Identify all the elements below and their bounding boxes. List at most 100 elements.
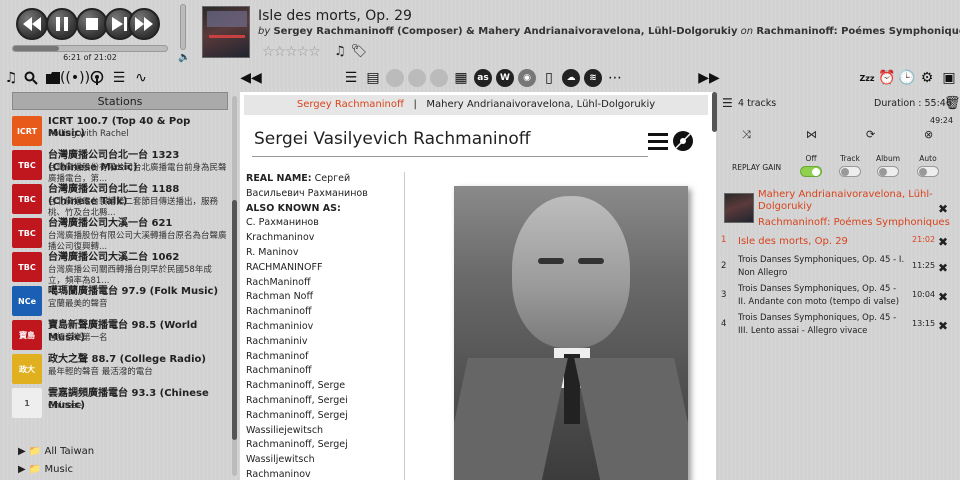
folder-icon: ▶ 📁 <box>18 464 42 475</box>
aka-name: Wassiliejewitsch <box>246 424 324 436</box>
time-readout: 6:21 of 21:02 <box>63 53 117 62</box>
station-item[interactable]: TBC 台灣廣播公司大溪一台 621 台灣廣播股份有限公司大溪轉播台原名為台聲廣播公… <box>8 216 232 252</box>
player-bar: 6:21 of 21:02 🔈 Isle des morts, Op. 29 b… <box>0 0 960 66</box>
station-logo-icon: 1 <box>12 388 42 418</box>
station-item[interactable]: NCe 噶瑪蘭廣播電台 97.9 (Folk Music) 宜蘭最美的聲音 <box>8 284 232 318</box>
repeat-icon[interactable]: ⟳ <box>866 128 875 141</box>
fast-forward-button[interactable] <box>128 8 160 40</box>
tab-performers[interactable]: Mahery Andrianaivoravelona, Lühl-Dolgoru… <box>426 99 655 110</box>
speaker-icon[interactable]: 🔈 <box>178 52 190 63</box>
add-to-playlist-icon[interactable]: ♫ <box>334 44 346 59</box>
track-name: Trois Danses Symphoniques, Op. 45 - II. … <box>738 284 900 307</box>
soundcloud-icon[interactable]: ☁ <box>562 69 580 87</box>
rg-track-toggle[interactable] <box>839 166 861 177</box>
fast-forward-icon <box>135 17 153 31</box>
podcast-icon[interactable] <box>88 69 106 87</box>
crossfade-icon[interactable]: ⋈ <box>806 128 817 141</box>
spotify-icon[interactable]: ≋ <box>584 69 602 87</box>
next-icon[interactable] <box>408 69 426 87</box>
shuffle-icon[interactable]: ⤨ <box>742 128 751 142</box>
photo-eye-right <box>578 258 604 264</box>
station-item[interactable]: ICRT ICRT 100.7 (Top 40 & Pop Music) Rolli… <box>8 114 232 148</box>
zzz-icon[interactable]: Zzz <box>858 69 876 87</box>
track-meta: by Sergey Rachmaninoff (Composer) & Mahe… <box>258 26 960 37</box>
alarm-icon[interactable]: ⏰ <box>878 69 896 87</box>
track-actions: ♫ 🏷 <box>334 44 367 59</box>
file-info-icon[interactable]: ▤ <box>364 69 382 87</box>
aka-name: RachManinoff <box>246 276 311 288</box>
tab-composer[interactable]: Sergey Rachmaninoff <box>297 99 404 110</box>
radio-tower-icon[interactable]: ((•)) <box>60 69 90 87</box>
prev-icon[interactable] <box>386 69 404 87</box>
seek-slider[interactable] <box>12 45 168 52</box>
settings-icon[interactable]: ⚙ <box>918 69 936 87</box>
station-item[interactable]: 1 雲嘉調頻廣播電台 93.3 (Chinese Music) Chinese <box>8 386 232 420</box>
tree-item-music[interactable]: ▶ 📁 Music <box>18 464 73 475</box>
clock-icon[interactable]: 🕒 <box>898 69 916 87</box>
remove-track-button[interactable]: ✖ <box>938 290 948 304</box>
previous-button[interactable] <box>16 8 48 40</box>
wikipedia-icon[interactable]: W <box>496 69 514 87</box>
list-icon[interactable]: ☰ <box>722 96 733 110</box>
remove-track-button[interactable]: ✖ <box>938 261 948 275</box>
music-note-icon[interactable]: ♫ <box>2 69 20 87</box>
stations-scrollbar-thumb[interactable] <box>232 200 237 440</box>
waveform-icon[interactable]: ∿ <box>132 69 150 87</box>
phone-icon[interactable]: ▯ <box>540 69 558 87</box>
rg-off-toggle[interactable] <box>800 166 822 177</box>
aka-name: Krachmaninov <box>246 232 315 244</box>
lyrics-icon[interactable]: ▦ <box>452 69 470 87</box>
info-scrollbar-thumb[interactable] <box>712 92 717 132</box>
remove-track-button[interactable]: ✖ <box>938 319 948 333</box>
track-number: 1 <box>721 235 727 245</box>
playlist-icon[interactable]: ☰ <box>110 69 128 87</box>
group-artist: Mahery Andrianaivoravelona, Lühl-Dolgoru… <box>758 189 933 212</box>
trash-icon[interactable]: 🗑 <box>944 96 960 111</box>
rating-stars[interactable]: ☆☆☆☆☆ <box>262 44 321 60</box>
replay-gain-label: REPLAY GAIN <box>732 163 782 172</box>
aka-name: Rachmaninoff, Sergei <box>246 394 348 406</box>
skip-next-icon <box>112 17 127 31</box>
pause-button[interactable] <box>46 8 78 40</box>
disc-icon[interactable]: ◉ <box>518 69 536 87</box>
track-album-link[interactable]: Rachmaninoff: Poémes Symphoniques <box>756 26 960 37</box>
aka-list: С. Рахманинов Krachmaninov R. Maninov RACHM… <box>246 216 400 480</box>
history-icon[interactable] <box>430 69 448 87</box>
rg-auto-toggle[interactable] <box>917 166 939 177</box>
track-name: Isle des morts, Op. 29 <box>738 236 848 247</box>
aka-name: Rachman Noff <box>246 291 314 303</box>
dots-icon[interactable]: ⋯ <box>606 69 624 87</box>
station-item[interactable]: TBC 台灣廣播公司大溪二台 1062 台灣廣播公司關西轉播台則早於民國58年成立，… <box>8 250 232 286</box>
column-divider <box>404 172 405 480</box>
station-name: 台灣廣播公司大溪一台 621 <box>48 218 173 229</box>
station-item[interactable]: TBC 台灣廣播公司台北一台 1323 (Chinese Music) 台灣廣播股份… <box>8 148 232 184</box>
artist-photo <box>454 186 688 480</box>
cubes-icon[interactable]: ▣ <box>940 69 958 87</box>
disc-icon[interactable] <box>672 130 694 152</box>
toggle-knob <box>812 168 820 176</box>
menu-icon[interactable] <box>648 132 668 150</box>
rg-option-label: Track <box>840 154 860 163</box>
expand-right-icon[interactable]: ▶▶ <box>698 69 720 87</box>
aka-name: Rachmaninoff <box>246 365 312 377</box>
collapse-left-icon[interactable]: ◀◀ <box>240 69 262 87</box>
aka-name: RACHMANINOFF <box>246 261 323 273</box>
track-duration: 10:04 <box>912 290 936 299</box>
aka-name: Rachmaninof <box>246 350 309 362</box>
rg-album-toggle[interactable] <box>877 166 899 177</box>
station-item[interactable]: 寶島 寶島新聲廣播電台 98.5 (World Music) 台語音樂第一名 <box>8 318 232 352</box>
pause-icon <box>56 17 68 31</box>
consume-icon[interactable]: ⊗ <box>924 128 933 141</box>
tag-icon[interactable]: 🏷 <box>351 44 368 59</box>
station-item[interactable]: TBC 台灣廣播公司台北二台 1188 (Chinese Talk) 台北廣播電台製… <box>8 182 232 218</box>
lastfm-icon[interactable]: as <box>474 69 492 87</box>
search-icon[interactable] <box>22 69 40 87</box>
list-icon[interactable]: ☰ <box>342 69 360 87</box>
remove-track-button[interactable]: ✖ <box>938 235 948 249</box>
station-item[interactable]: 政大 政大之聲 88.7 (College Radio) 最年輕的聲音 最活潑的電台 <box>8 352 232 386</box>
volume-slider[interactable] <box>180 4 186 50</box>
track-artists-link[interactable]: Sergey Rachmaninoff (Composer) & Mahery … <box>273 26 737 37</box>
tree-item-all-taiwan[interactable]: ▶ 📁 All Taiwan <box>18 446 94 457</box>
remove-group-button[interactable]: ✖ <box>938 202 948 216</box>
album-art[interactable] <box>202 6 250 58</box>
